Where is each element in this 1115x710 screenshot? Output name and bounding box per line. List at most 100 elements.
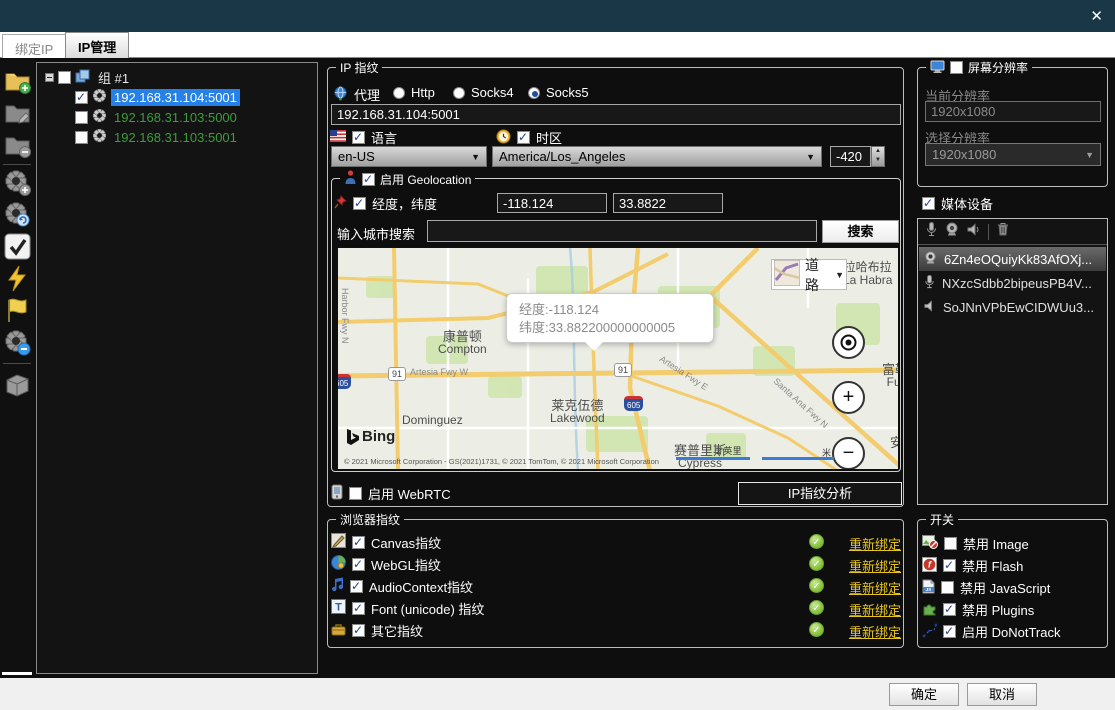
fingerprint-checkbox[interactable] — [352, 623, 365, 637]
media-device-row[interactable]: SoJNnVPbEwCIDWUu3... — [919, 295, 1106, 319]
microphone-icon[interactable] — [926, 221, 937, 242]
toolbox-icon — [331, 622, 346, 639]
tab-bind-ip[interactable]: 绑定IP — [2, 34, 67, 58]
rebind-link[interactable]: 重新绑定 — [849, 556, 901, 575]
item-checkbox[interactable] — [75, 130, 88, 144]
offset-spinner[interactable]: ▲ ▼ — [871, 146, 885, 167]
rebind-link[interactable]: 重新绑定 — [849, 578, 901, 597]
apply-check-icon[interactable] — [4, 233, 31, 260]
media-device-row[interactable]: 6Zn4eOQuiyKk83AfOXj... — [919, 247, 1106, 271]
add-config-icon[interactable] — [4, 169, 31, 196]
gear-icon[interactable] — [92, 108, 107, 126]
add-group-icon[interactable] — [4, 67, 31, 94]
media-device-row[interactable]: NXzcSdbb2bipeusPB4V... — [919, 271, 1106, 295]
chevron-down-icon: ▼ — [471, 151, 480, 162]
tab-ip-manage[interactable]: IP管理 — [65, 32, 130, 58]
group-label[interactable]: 组 #1 — [95, 67, 132, 88]
rebind-link[interactable]: 重新绑定 — [849, 534, 901, 553]
fingerprint-checkbox[interactable] — [352, 601, 365, 615]
webrtc-checkbox[interactable] — [349, 487, 362, 500]
switch-checkbox[interactable] — [943, 624, 956, 638]
radio-icon[interactable] — [528, 86, 540, 99]
latlng-checkbox[interactable] — [353, 196, 366, 210]
tree-root[interactable]: 组 #1 — [45, 68, 132, 86]
refresh-config-icon[interactable] — [4, 201, 31, 228]
switch-row-javascript: JS 禁用 JavaScript — [922, 578, 1050, 597]
radio-icon[interactable] — [453, 86, 465, 99]
webrtc-row: 启用 WebRTC — [331, 484, 451, 503]
ip-entry-label[interactable]: 192.168.31.104:5001 — [111, 88, 240, 106]
map-city-label: 安 — [890, 436, 898, 449]
tree-item[interactable]: 192.168.31.104:5001 — [75, 88, 240, 106]
fingerprint-row-canvas: Canvas指纹 — [331, 533, 441, 551]
radio-icon[interactable] — [393, 86, 405, 99]
audio-note-icon — [331, 577, 344, 595]
gear-icon[interactable] — [92, 128, 107, 146]
geolocation-checkbox[interactable] — [362, 172, 375, 186]
lightning-icon[interactable] — [4, 265, 31, 292]
map-style-selector[interactable]: 道路 ▼ — [771, 257, 847, 293]
package-icon[interactable] — [4, 371, 31, 398]
switch-row-donottrack: 启用 DoNotTrack — [922, 622, 1060, 641]
media-devices-checkbox[interactable] — [922, 196, 935, 210]
city-search-input[interactable] — [427, 220, 817, 242]
flag-icon[interactable] — [4, 297, 31, 324]
fingerprint-row-other: 其它指纹 — [331, 621, 423, 639]
language-select[interactable]: en-US ▼ — [331, 146, 487, 167]
timezone-checkbox[interactable] — [517, 130, 530, 144]
fingerprint-row-font: T Font (unicode) 指纹 — [331, 599, 484, 617]
ip-analyze-button[interactable]: IP指纹分析 — [738, 482, 902, 505]
remove-group-icon[interactable] — [4, 131, 31, 158]
webcam-icon[interactable] — [945, 222, 959, 241]
edit-group-icon[interactable] — [4, 99, 31, 126]
timezone-offset-input[interactable]: -420 — [830, 146, 871, 167]
bing-map[interactable]: 康普顿 Compton Dominguez 莱克伍德 Lakewood 赛普里斯 Cy… — [337, 247, 899, 470]
longitude-input[interactable]: -118.124 — [497, 193, 607, 213]
rebind-link[interactable]: 重新绑定 — [849, 622, 901, 641]
clock-icon — [496, 128, 511, 147]
radio-socks5[interactable]: Socks5 — [528, 85, 589, 100]
switch-checkbox[interactable] — [944, 537, 957, 550]
trash-icon[interactable] — [997, 222, 1009, 241]
zoom-in-button[interactable]: + — [832, 381, 865, 414]
radio-socks4[interactable]: Socks4 — [453, 85, 514, 100]
switch-checkbox[interactable] — [941, 581, 954, 594]
ok-button[interactable]: 确定 — [889, 683, 959, 706]
ip-entry-label[interactable]: 192.168.31.103:5001 — [111, 129, 240, 146]
timezone-select[interactable]: America/Los_Angeles ▼ — [492, 146, 822, 167]
rebind-link[interactable]: 重新绑定 — [849, 600, 901, 619]
language-checkbox[interactable] — [352, 130, 365, 144]
speaker-icon — [924, 299, 936, 315]
speaker-icon[interactable] — [967, 222, 980, 241]
radio-http[interactable]: Http — [393, 85, 435, 100]
svg-text:T: T — [335, 602, 342, 614]
switch-checkbox[interactable] — [943, 558, 956, 572]
fingerprint-checkbox[interactable] — [352, 557, 365, 571]
latitude-input[interactable]: 33.8822 — [613, 193, 723, 213]
h-scrollbar[interactable] — [2, 672, 32, 675]
fingerprint-checkbox[interactable] — [350, 579, 363, 593]
ip-entry-label[interactable]: 192.168.31.103:5000 — [111, 109, 240, 126]
collapse-icon[interactable] — [45, 72, 54, 82]
tree-item[interactable]: 192.168.31.103:5000 — [75, 108, 240, 126]
select-resolution-select[interactable]: 1920x1080 ▼ — [925, 143, 1101, 166]
route-91-shield: 91 — [614, 363, 633, 377]
gear-minus-icon[interactable] — [4, 329, 31, 356]
status-ok-icon: ✓ — [809, 556, 824, 571]
proxy-address-input[interactable]: 192.168.31.104:5001 — [331, 104, 901, 125]
webrtc-label: 启用 WebRTC — [368, 487, 451, 502]
tree-item[interactable]: 192.168.31.103:5001 — [75, 128, 240, 146]
switch-checkbox[interactable] — [943, 602, 956, 616]
close-icon[interactable]: ✕ — [1090, 7, 1103, 25]
search-button[interactable]: 搜索 — [822, 220, 899, 243]
gear-icon[interactable] — [92, 88, 107, 106]
screen-resolution-checkbox[interactable] — [950, 61, 963, 74]
fingerprint-checkbox[interactable] — [352, 535, 365, 549]
zoom-out-button[interactable]: − — [832, 437, 865, 469]
item-checkbox[interactable] — [75, 110, 88, 124]
tooltip-pointer — [585, 342, 603, 351]
cancel-button[interactable]: 取消 — [967, 683, 1037, 706]
group-checkbox[interactable] — [58, 70, 71, 84]
item-checkbox[interactable] — [75, 90, 88, 104]
locate-button[interactable] — [832, 326, 865, 359]
